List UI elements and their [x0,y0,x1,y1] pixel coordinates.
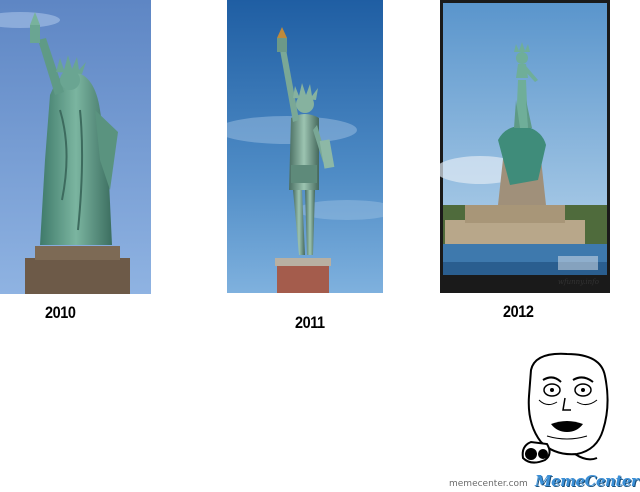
year-label-2012: 2012 [503,302,534,321]
photo-2011-statue [227,0,383,293]
year-label-2010: 2010 [45,303,76,322]
photo-credit: wfunny.info [558,278,599,286]
watermark-url: memecenter.com [449,479,528,489]
brand-logo: MemeCenter [535,472,639,490]
year-label-2011: 2011 [295,313,325,332]
photo-2012-statue: wfunny.info [440,0,610,293]
photo-2010-statue [0,0,151,294]
me-gusta-face [517,350,617,468]
